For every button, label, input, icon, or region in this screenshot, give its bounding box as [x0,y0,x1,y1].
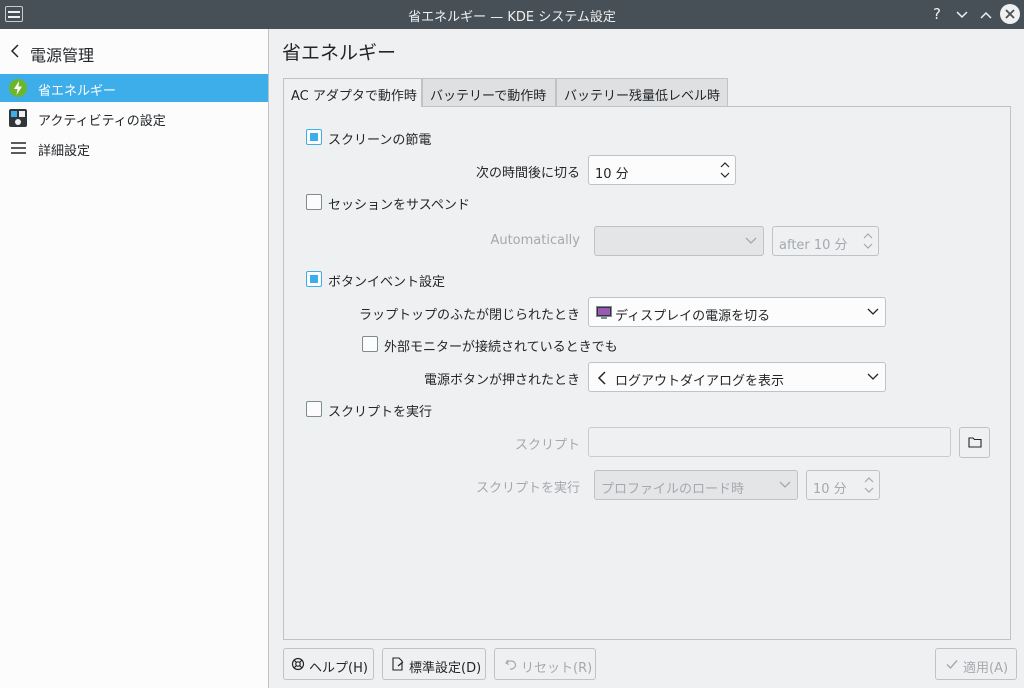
spin-arrows-icon[interactable] [719,159,731,181]
help-lifebuoy-icon [291,657,305,671]
suspend-session-label[interactable]: セッションをサスペンド [328,194,470,213]
back-chevron-icon[interactable] [10,43,20,59]
close-button[interactable] [1000,4,1020,24]
run-script-after-value[interactable]: 10 分 [813,478,847,497]
page-title: 省エネルギー [282,42,397,64]
sidebar-item-label: アクティビティの設定 [38,114,166,129]
apply-button[interactable]: 適用(A) [935,648,1017,680]
undo-icon [505,659,517,670]
run-script-when-label: スクリプトを実行 [475,481,580,496]
defaults-button-label: 標準設定(D) [409,661,482,676]
apply-button-label: 適用(A) [963,661,1009,676]
browse-script-button[interactable] [959,427,990,458]
tab-low-battery[interactable]: バッテリー残量低レベル時 [556,78,728,106]
display-off-icon [596,306,612,319]
spin-arrows-icon[interactable] [863,474,875,496]
run-script-after-spinbox[interactable]: 10 分 [806,470,880,500]
defaults-button[interactable]: 標準設定(D) [382,648,486,680]
minimize-button[interactable] [952,4,972,24]
checkmark-icon [946,660,958,670]
script-path-label: スクリプト [514,438,580,453]
external-monitor-checkbox[interactable] [362,336,378,352]
screen-energy-saving-checkbox[interactable] [306,129,322,145]
chevron-down-icon [745,237,757,244]
reset-button-label: リセット(R) [521,661,593,676]
chevron-down-icon [779,481,791,488]
run-script-checkbox[interactable] [306,401,322,417]
activities-icon [9,109,27,127]
help-button-label: ヘルプ(H) [309,661,368,676]
sidebar: 電源管理 省エネルギー アクティビティの設定 詳細設定 [0,29,269,688]
chevron-down-icon [867,373,879,380]
tab-ac-adapter[interactable]: AC アダプタで動作時 [283,78,422,107]
screen-off-after-label: 次の時間後に切る [475,166,580,181]
suspend-automatically-label: Automatically [490,233,580,248]
logout-chevron-icon [597,371,606,385]
suspend-after-value[interactable]: after 10 分 [779,234,848,253]
window-titlebar[interactable]: 省エネルギー — KDE システム設定 ? [0,0,1024,29]
run-script-when-value: プロファイルのロード時 [601,482,745,497]
folder-icon [968,437,982,448]
power-button-label: 電源ボタンが押されたとき [423,373,580,388]
screen-off-after-spinbox[interactable]: 10 分 [588,155,736,185]
help-button[interactable]: ヘルプ(H) [283,648,374,680]
help-icon[interactable]: ? [927,4,947,24]
run-script-label[interactable]: スクリプトを実行 [328,401,432,420]
sidebar-item-advanced[interactable]: 詳細設定 [0,134,268,162]
close-icon [1005,9,1015,19]
spin-arrows-icon[interactable] [862,230,874,252]
screen-off-after-value[interactable]: 10 分 [595,163,629,182]
power-button-value: ログアウトダイアログを表示 [615,374,785,389]
defaults-document-icon [392,657,404,671]
button-events-label[interactable]: ボタンイベント設定 [328,271,445,290]
screen-energy-saving-label[interactable]: スクリーンの節電 [328,129,431,148]
sidebar-title: 電源管理 [30,46,95,65]
sidebar-item-label: 詳細設定 [38,144,91,159]
window-title: 省エネルギー — KDE システム設定 [408,10,616,25]
suspend-after-spinbox[interactable]: after 10 分 [772,226,879,256]
chevron-down-icon [867,308,879,315]
button-events-checkbox[interactable] [306,271,322,287]
power-button-combobox[interactable]: ログアウトダイアログを表示 [588,362,886,392]
suspend-session-checkbox[interactable] [306,194,322,210]
lid-closed-combobox[interactable]: ディスプレイの電源を切る [588,297,886,327]
sidebar-item-energy-saving[interactable]: 省エネルギー [0,74,268,102]
lid-closed-label: ラップトップのふたが閉じられたとき [358,308,580,323]
run-script-when-combobox[interactable]: プロファイルのロード時 [594,470,798,500]
sidebar-item-activities[interactable]: アクティビティの設定 [0,104,268,132]
sidebar-item-label: 省エネルギー [38,84,117,99]
suspend-method-combobox[interactable] [594,226,764,256]
reset-button[interactable]: リセット(R) [494,648,596,680]
script-path-input[interactable] [588,427,951,457]
lid-closed-value: ディスプレイの電源を切る [615,309,771,324]
tab-battery[interactable]: バッテリーで動作時 [422,78,556,106]
external-monitor-label[interactable]: 外部モニターが接続されているときでも [384,336,618,355]
menu-icon [11,142,26,154]
sidebar-header: 電源管理 [0,29,269,73]
energy-icon [9,79,27,97]
maximize-button[interactable] [976,4,996,24]
